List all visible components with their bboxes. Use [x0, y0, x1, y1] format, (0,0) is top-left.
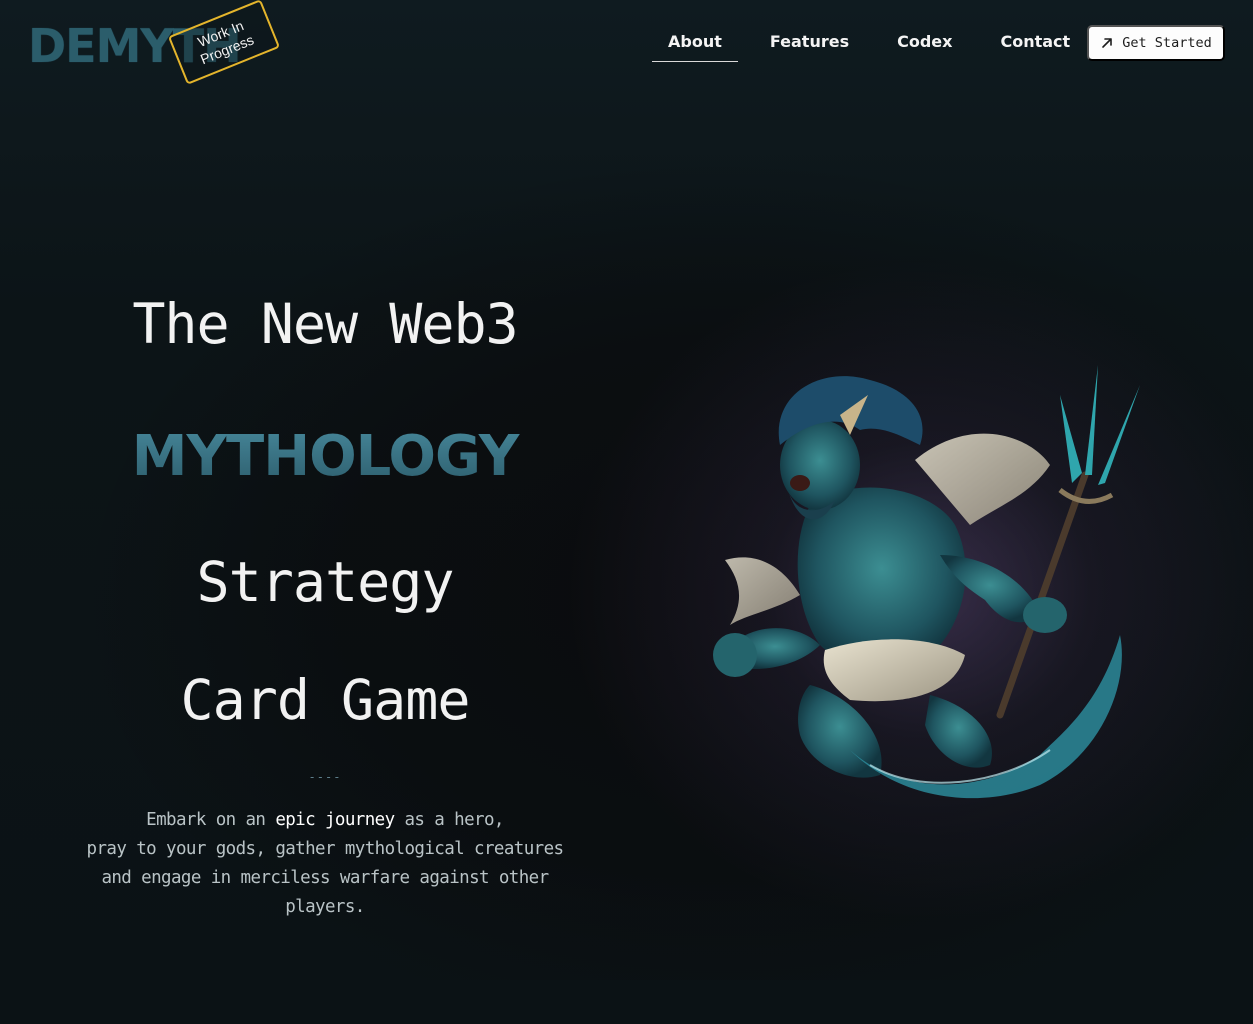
- sea-god-illustration: [700, 355, 1150, 805]
- arrow-up-right-icon: [1102, 38, 1113, 48]
- main-nav: About Features Codex Contact: [652, 24, 1102, 64]
- nav-codex[interactable]: Codex: [881, 24, 968, 62]
- get-started-button[interactable]: Get Started: [1087, 25, 1225, 61]
- nav-features[interactable]: Features: [754, 24, 865, 62]
- hero-line-1: The New Web3: [132, 292, 518, 356]
- desc-line-3: and engage in merciless warfare against …: [101, 868, 549, 917]
- nav-about[interactable]: About: [652, 24, 738, 62]
- desc-line-2: pray to your gods, gather mythological c…: [86, 839, 565, 859]
- hero-divider: ----: [308, 770, 342, 784]
- nav-contact[interactable]: Contact: [984, 24, 1086, 62]
- hero-line-mythology: MYTHOLOGY: [60, 424, 590, 489]
- site-header: DEMYTH Work In Progress About Features C…: [0, 0, 1253, 90]
- desc-part-2: as a hero,: [394, 810, 504, 830]
- desc-highlight: epic journey: [275, 810, 395, 830]
- hero-description: Embark on an epic journey as a hero, pra…: [60, 806, 590, 922]
- hero-line-3: Strategy: [196, 550, 455, 614]
- desc-part-1: Embark on an: [146, 810, 276, 830]
- hero-line-4: Card Game: [180, 668, 470, 732]
- get-started-label: Get Started: [1122, 35, 1212, 51]
